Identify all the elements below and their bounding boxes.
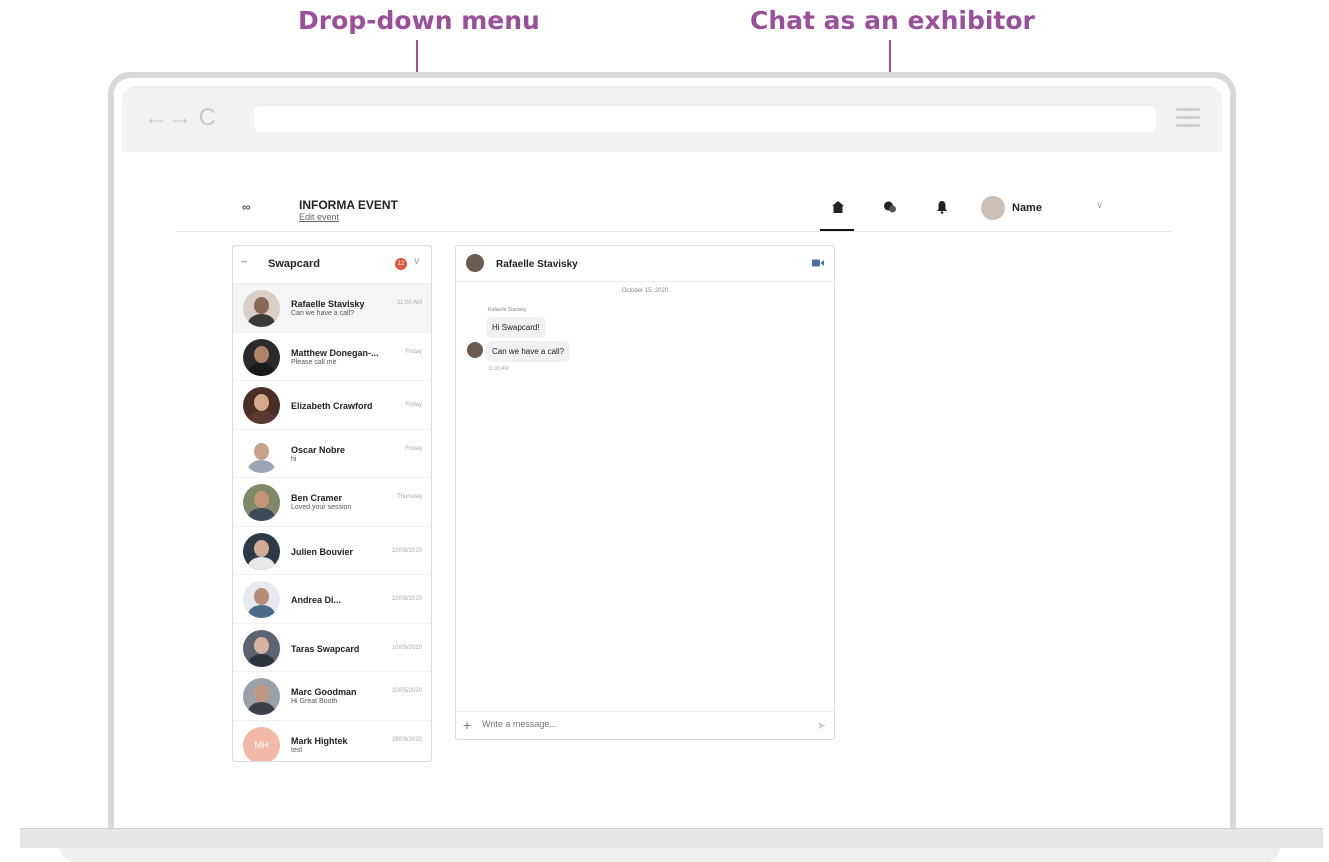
conversation-time: 10/05/2020	[391, 688, 422, 694]
conversation-item[interactable]: Taras Swapcard 10/05/2020	[233, 624, 431, 672]
avatar	[243, 387, 280, 424]
event-title: INFORMA EVENT	[299, 198, 398, 212]
user-avatar[interactable]	[981, 196, 1005, 220]
app-header: ∞ INFORMA EVENT Edit event Name ∨	[176, 186, 1172, 232]
dropdown-chevron-icon[interactable]: ∨	[413, 256, 420, 267]
chat-header: Rafaelle Stavisky	[456, 246, 834, 282]
chat-date: October 15, 2020	[621, 288, 669, 294]
laptop-foot	[60, 848, 1280, 862]
user-name[interactable]: Name	[1012, 202, 1042, 214]
add-attachment-icon[interactable]: +	[463, 718, 471, 732]
conversation-item[interactable]: Marc Goodman Hi Great Booth 10/05/2020	[233, 672, 431, 721]
home-tab-indicator	[820, 229, 854, 231]
conversation-name: Elizabeth Crawford	[291, 401, 373, 411]
notification-bell-icon[interactable]	[935, 200, 949, 214]
conversation-preview: Can we have a call?	[291, 310, 355, 317]
edit-event-link[interactable]: Edit event	[299, 212, 339, 222]
message-composer: + ➤	[456, 711, 834, 739]
conversation-item[interactable]: Andrea Di... 10/08/2020	[233, 575, 431, 624]
conversation-item[interactable]: Elizabeth Crawford Friday	[233, 381, 431, 430]
conversation-time: 10/08/2020	[391, 596, 422, 602]
home-icon[interactable]	[831, 200, 845, 214]
message-input[interactable]	[482, 719, 802, 729]
conversation-name: Taras Swapcard	[291, 643, 360, 654]
chat-exhibitor-annotation: Chat as an exhibitor	[750, 6, 1035, 35]
conversation-name: Mark Hightek	[291, 735, 348, 746]
sender-avatar	[467, 342, 483, 358]
conversation-preview: Please call me	[291, 358, 337, 366]
conversation-list-panel: ••• Swapcard 12 ∨ Rafaelle Stavisky Can …	[232, 245, 432, 762]
conversation-time: 10/05/2020	[391, 644, 422, 651]
user-menu-chevron-icon[interactable]: ∨	[1096, 200, 1103, 211]
conversation-name: Oscar Nobre	[291, 444, 346, 455]
chat-icon[interactable]	[883, 200, 897, 214]
avatar	[243, 629, 280, 667]
conversation-item[interactable]: Rafaelle Stavisky Can we have a call? 11…	[233, 284, 431, 333]
conversation-item[interactable]: Matthew Donegan-... Please call me Frida…	[233, 333, 431, 381]
conversation-item[interactable]: Julien Bouvier 10/08/2020	[233, 527, 431, 575]
chat-window: Rafaelle Stavisky October 15, 2020 Rafae…	[455, 245, 835, 740]
conversation-time: 11:00 AM	[397, 300, 422, 306]
url-bar[interactable]	[254, 106, 1156, 132]
hamburger-menu-icon[interactable]	[1176, 108, 1200, 128]
conversation-item[interactable]: Ben Cramer Loved your session Thursday	[233, 478, 431, 527]
conversation-time: Thursday	[396, 494, 422, 500]
screenshot-stage: Drop-down menu Chat as an exhibitor ←→ C…	[0, 0, 1329, 862]
conversation-name: Marc Goodman	[291, 687, 357, 697]
conversation-time: Friday	[405, 402, 422, 408]
avatar	[243, 290, 280, 327]
conversation-list-header: ••• Swapcard 12 ∨	[233, 246, 431, 284]
conversation-preview: hi	[291, 455, 297, 463]
conversation-name: Rafaelle Stavisky	[291, 299, 365, 309]
event-logo: ∞	[242, 200, 251, 214]
avatar	[243, 435, 280, 473]
conversation-time: 29/09/2020	[391, 736, 422, 743]
browser-toolbar: ←→ C	[122, 86, 1222, 152]
conversation-preview: test	[291, 746, 303, 754]
swapcard-logo: •••	[241, 260, 248, 266]
conversation-preview: Hi Great Booth	[291, 698, 338, 705]
contact-avatar	[466, 254, 484, 272]
browser-nav-icons[interactable]: ←→ C	[144, 104, 216, 132]
message-bubble: Hi Swapcard!	[486, 317, 546, 338]
conversation-preview: Loved your session	[291, 504, 352, 511]
conversation-time: Friday	[405, 445, 422, 452]
conversation-time: 10/08/2020	[391, 547, 422, 554]
contact-name: Rafaelle Stavisky	[496, 259, 578, 270]
message-sender: Rafaelle Stavisky	[488, 307, 527, 313]
conversation-name: Andrea Di...	[291, 595, 342, 605]
conversation-time: Friday	[405, 348, 422, 355]
dropdown-menu-annotation: Drop-down menu	[298, 6, 540, 35]
video-call-icon[interactable]	[812, 259, 824, 267]
conversation-item[interactable]: Oscar Nobre hi Friday	[233, 430, 431, 478]
conversation-name: Matthew Donegan-...	[291, 347, 379, 358]
avatar	[243, 532, 280, 570]
unread-badge: 12	[395, 258, 407, 270]
send-icon[interactable]: ➤	[817, 719, 826, 732]
avatar	[243, 338, 280, 376]
message-bubble: Can we have a call?	[486, 341, 571, 362]
avatar	[243, 678, 280, 715]
avatar-initials: MH	[243, 726, 280, 761]
avatar	[243, 581, 280, 618]
laptop-base	[20, 828, 1323, 848]
message-time: 11:00 AM	[488, 366, 509, 372]
conversation-list-title: Swapcard	[268, 258, 320, 270]
conversation-name: Ben Cramer	[291, 493, 343, 503]
conversation-item[interactable]: MH Mark Hightek test 29/09/2020	[233, 721, 431, 761]
conversation-name: Julien Bouvier	[291, 546, 354, 557]
avatar	[243, 484, 280, 521]
